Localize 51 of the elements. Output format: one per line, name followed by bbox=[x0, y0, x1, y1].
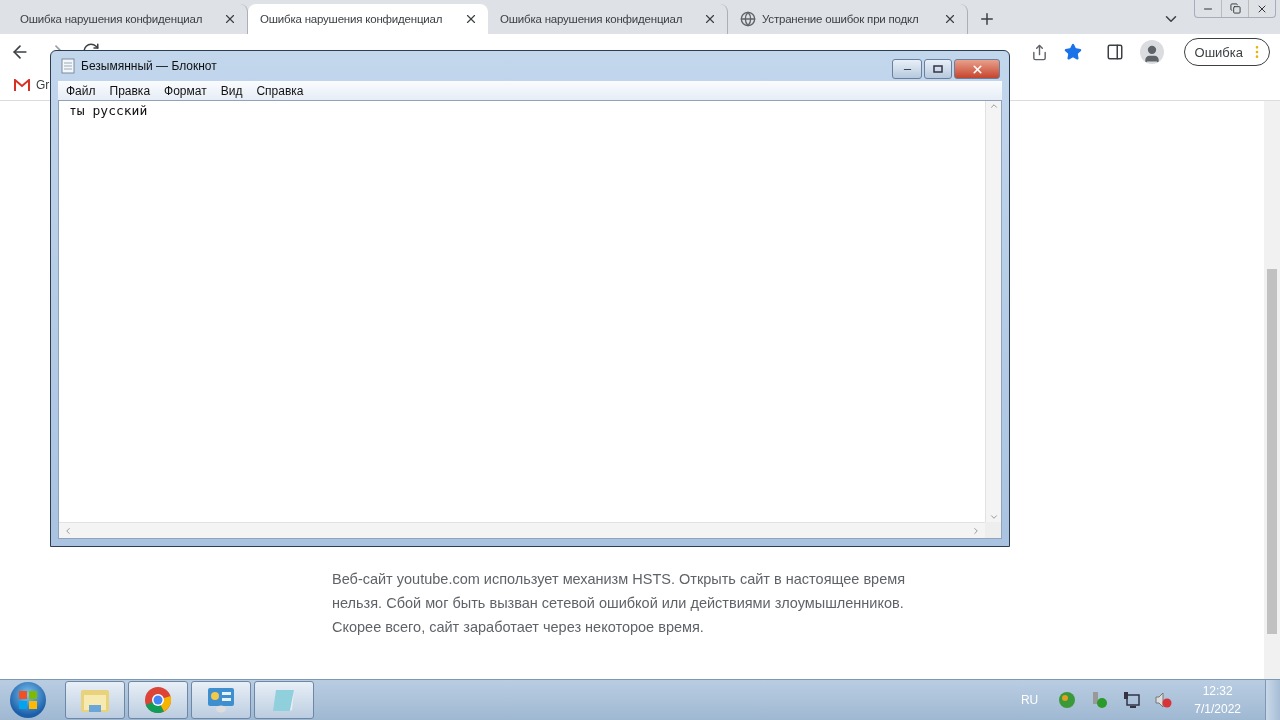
notepad-icon bbox=[61, 58, 75, 74]
close-icon[interactable] bbox=[703, 12, 717, 26]
star-icon[interactable] bbox=[1063, 43, 1082, 61]
minimize-button[interactable] bbox=[892, 59, 922, 79]
horizontal-scrollbar[interactable] bbox=[59, 522, 985, 538]
taskbar-app-button[interactable] bbox=[65, 681, 125, 719]
taskbar-app-button[interactable] bbox=[128, 681, 188, 719]
close-icon[interactable] bbox=[943, 12, 957, 26]
chrome-icon bbox=[144, 686, 172, 714]
profile-avatar[interactable] bbox=[1139, 40, 1164, 64]
control-panel-icon bbox=[206, 686, 236, 714]
maximize-icon bbox=[933, 65, 943, 73]
close-icon bbox=[970, 62, 984, 76]
folder-icon bbox=[80, 687, 110, 713]
page-scrollbar[interactable] bbox=[1264, 101, 1280, 679]
new-tab-icon[interactable] bbox=[978, 10, 996, 28]
bookmark-label[interactable]: Gr bbox=[36, 78, 50, 92]
error-message: Веб-сайт youtube.com использует механизм HSTS. Открыть сайт в настоящее время нельзя. Сбой мог быть вызван сетевой ошибкой или действиями злоумышленников. Скорее всего, сайт заработает через некоторое время. bbox=[332, 570, 907, 637]
error-chip[interactable]: Ошибка bbox=[1183, 38, 1270, 66]
windows-logo-icon bbox=[19, 691, 37, 709]
taskbar-app-button[interactable] bbox=[191, 681, 251, 719]
globe-icon bbox=[740, 11, 756, 27]
window-title: Безымянный — Блокнот bbox=[81, 59, 217, 73]
menu-item[interactable]: Файл bbox=[66, 83, 96, 98]
speaker-muted-icon[interactable] bbox=[1154, 691, 1173, 709]
restore-icon bbox=[1229, 3, 1241, 14]
scroll-left-icon[interactable] bbox=[63, 525, 73, 536]
taskbar-app-button[interactable] bbox=[254, 681, 314, 719]
globe-icon[interactable] bbox=[1058, 691, 1077, 709]
menu-item[interactable]: Справка bbox=[256, 83, 304, 98]
vertical-scrollbar[interactable] bbox=[985, 101, 1001, 522]
share-icon[interactable] bbox=[1030, 43, 1048, 61]
close-icon[interactable] bbox=[223, 12, 237, 26]
menu-item[interactable]: Формат bbox=[164, 83, 207, 98]
scroll-down-icon[interactable] bbox=[988, 512, 999, 522]
browser-tab[interactable]: Ошибка нарушения конфиденциал bbox=[248, 4, 488, 34]
close-icon[interactable] bbox=[464, 12, 478, 26]
menu-item[interactable]: Вид bbox=[220, 83, 243, 98]
scroll-up-icon[interactable] bbox=[988, 101, 999, 111]
side-panel-icon[interactable] bbox=[1105, 43, 1124, 61]
browser-tab[interactable]: Устранение ошибок при подкл bbox=[728, 4, 968, 34]
menu-item[interactable]: Правка bbox=[109, 83, 151, 98]
usb-check-icon[interactable] bbox=[1090, 691, 1109, 709]
maximize-button[interactable] bbox=[924, 59, 952, 79]
network-icon[interactable] bbox=[1122, 691, 1141, 709]
start-button[interactable] bbox=[10, 682, 46, 718]
scroll-right-icon[interactable] bbox=[971, 525, 981, 536]
browser-tab[interactable]: Ошибка нарушения конфиденциал bbox=[488, 4, 728, 34]
scrollbar-corner bbox=[985, 522, 1001, 538]
mail-icon bbox=[14, 79, 30, 91]
show-desktop-button[interactable] bbox=[1265, 680, 1280, 720]
